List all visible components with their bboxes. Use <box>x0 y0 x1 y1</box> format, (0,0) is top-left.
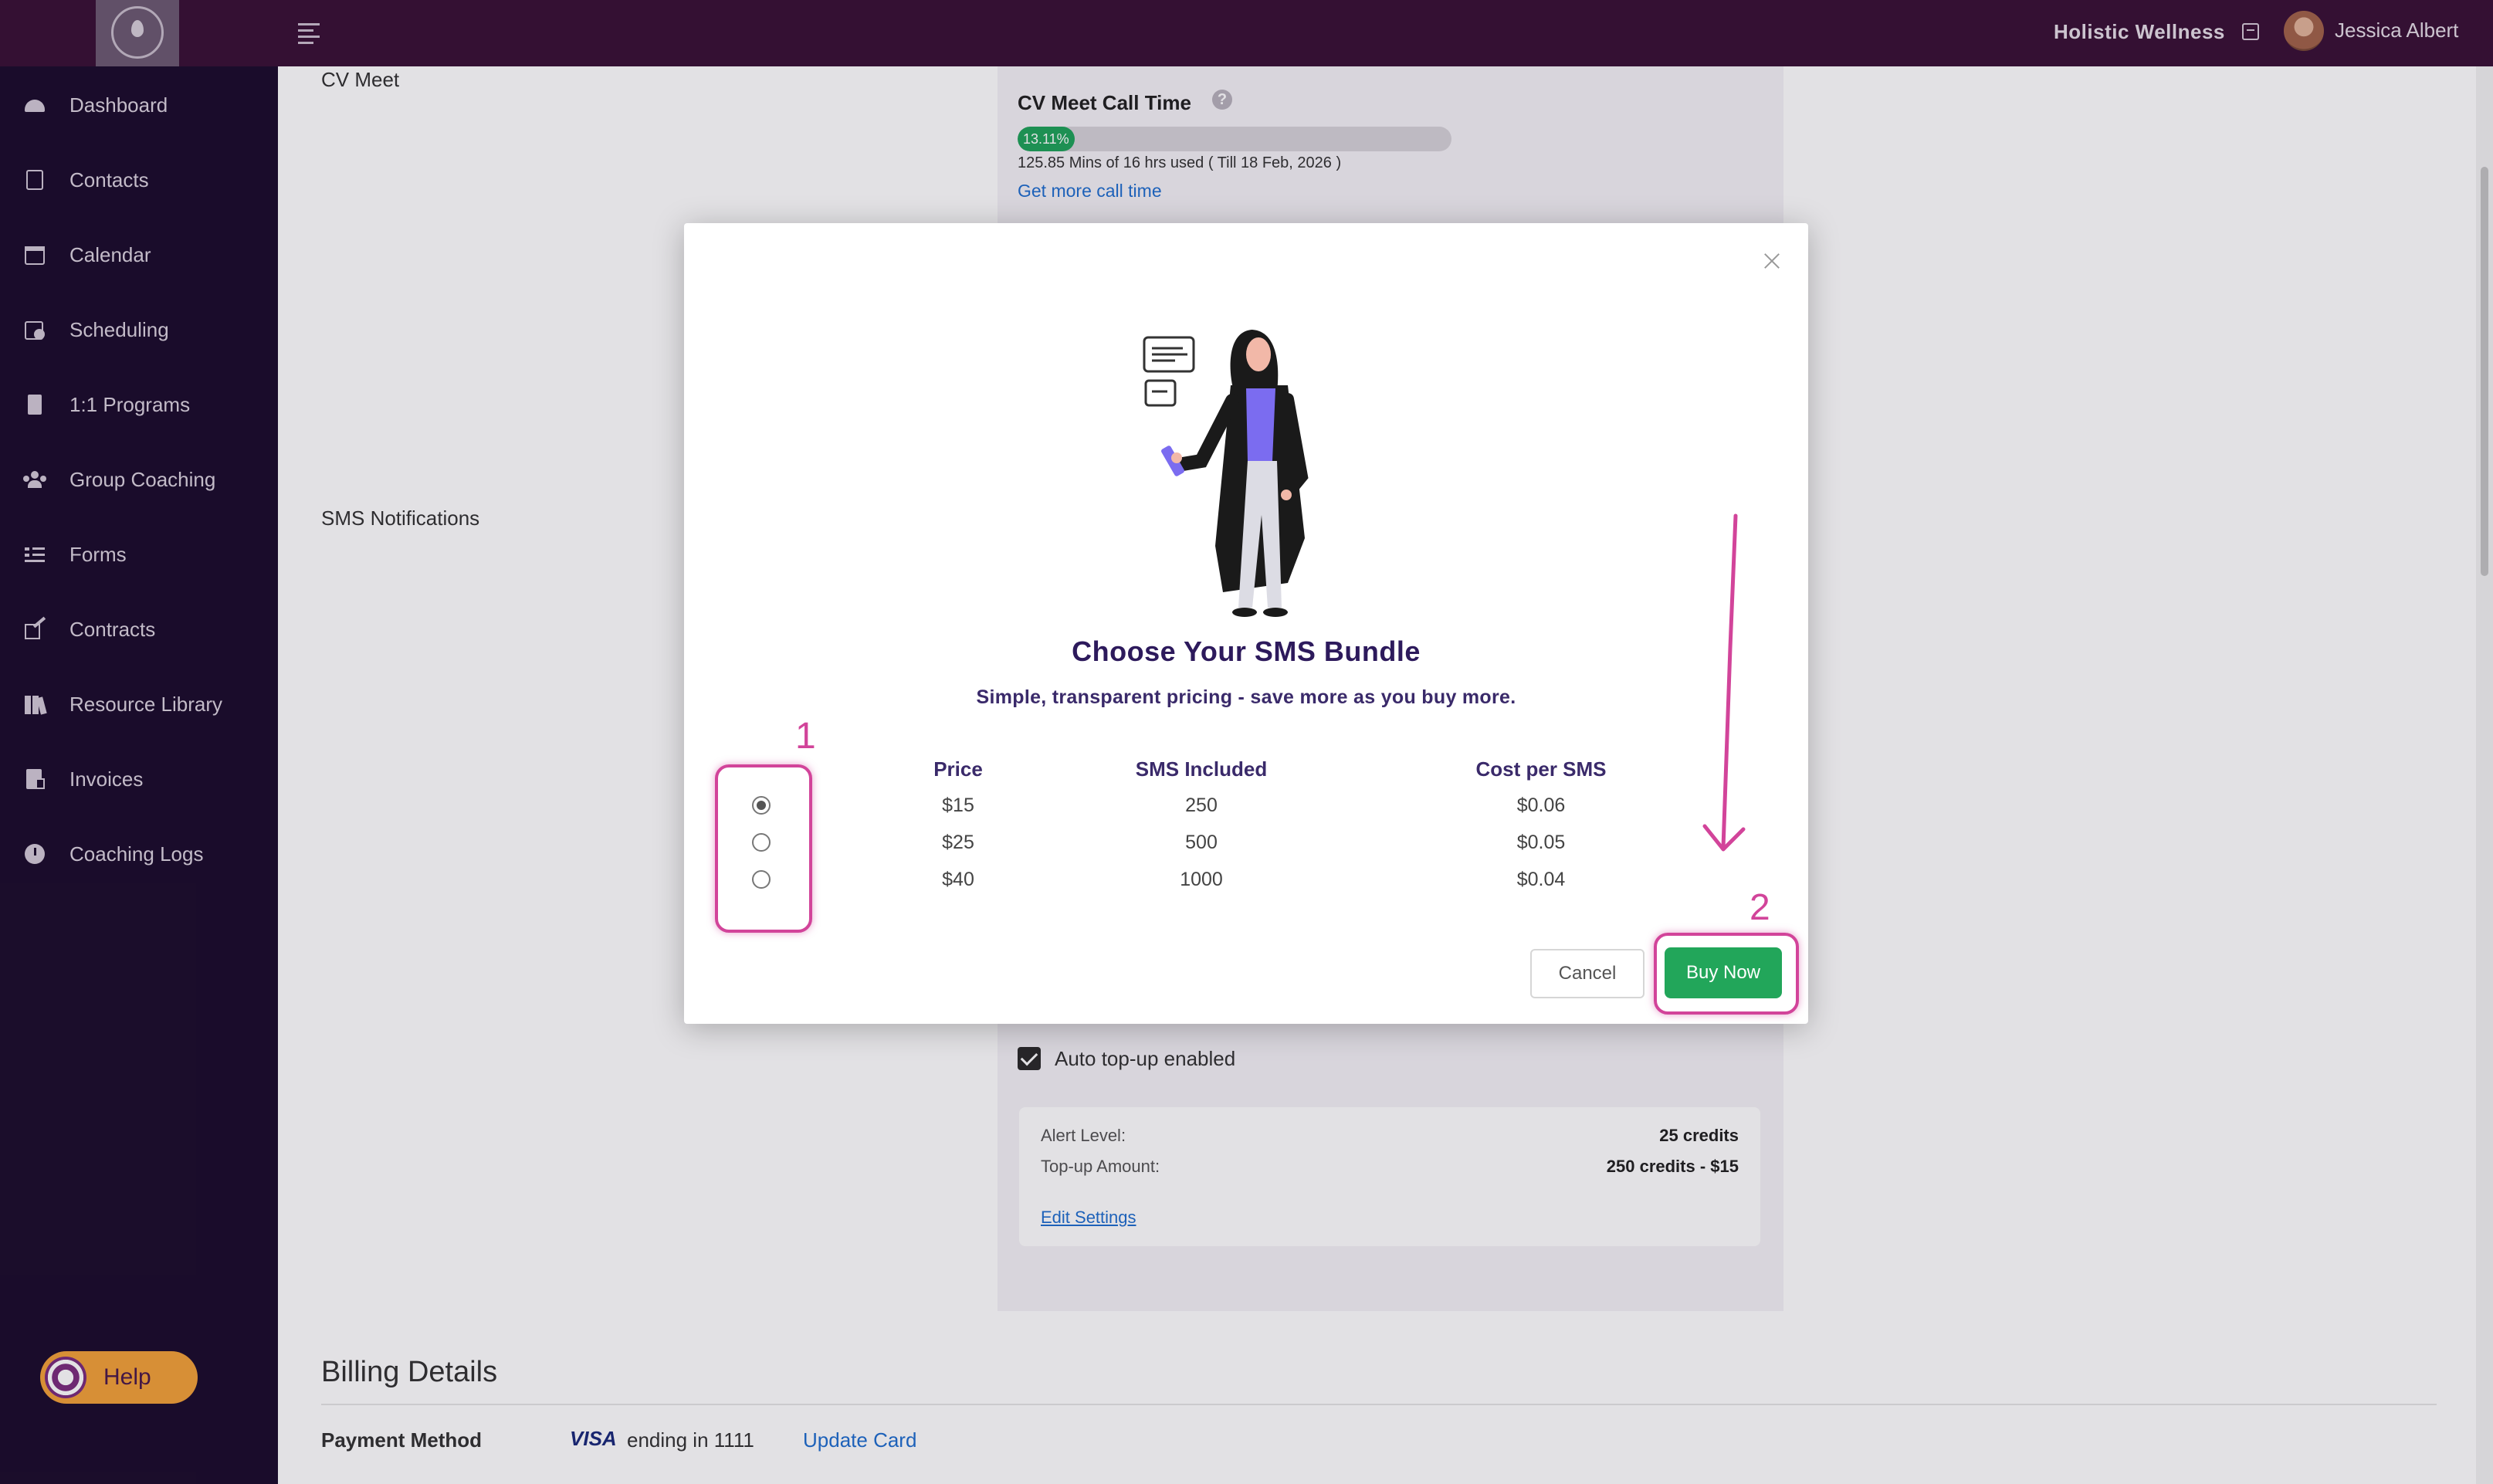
column-header-sms-included: SMS Included <box>1135 757 1268 781</box>
modal-subtitle: Simple, transparent pricing - save more … <box>976 686 1516 708</box>
column-header-price: Price <box>933 757 983 781</box>
row-cost: $0.05 <box>1516 832 1566 853</box>
row-price: $15 <box>942 795 974 816</box>
row-price: $40 <box>942 869 974 890</box>
annotation-box-step-1 <box>715 764 812 933</box>
row-price: $25 <box>942 832 974 853</box>
row-sms: 1000 <box>1180 869 1223 890</box>
annotation-number-2: 2 <box>1750 887 1770 928</box>
close-icon[interactable] <box>1760 249 1783 273</box>
row-sms: 500 <box>1185 832 1218 853</box>
annotation-arrow-icon <box>1702 513 1746 852</box>
sms-bundle-modal: Choose Your SMS Bundle Simple, transpare… <box>684 223 1808 1024</box>
annotation-box-step-2 <box>1654 933 1799 1015</box>
woman-with-phone-illustration <box>1143 330 1309 617</box>
row-cost: $0.06 <box>1516 795 1566 816</box>
annotation-number-1: 1 <box>795 716 816 757</box>
row-cost: $0.04 <box>1516 869 1566 890</box>
modal-title: Choose Your SMS Bundle <box>1072 635 1421 667</box>
row-sms: 250 <box>1185 795 1218 816</box>
column-header-cost-per-sms: Cost per SMS <box>1475 757 1607 781</box>
cancel-button[interactable]: Cancel <box>1530 949 1644 998</box>
